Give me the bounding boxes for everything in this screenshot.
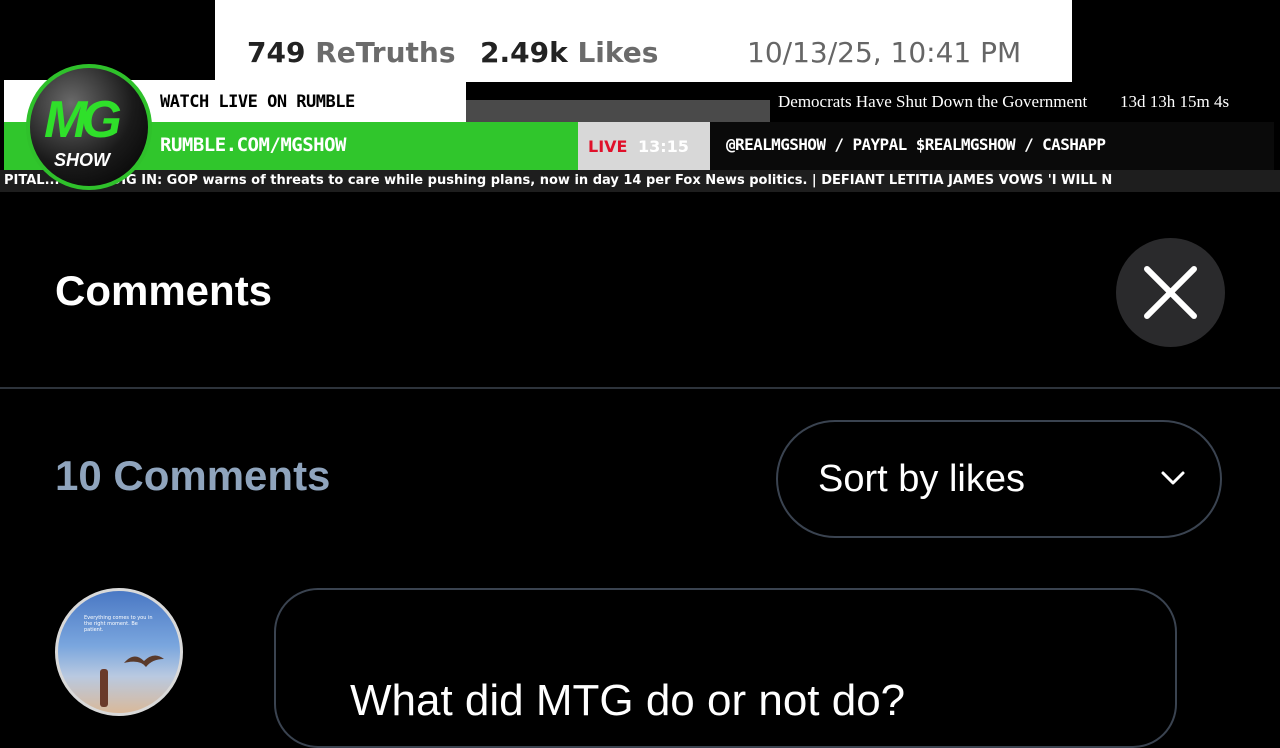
post-stats-card: 749 ReTruths 2.49k Likes 10/13/25, 10:41… (215, 0, 1072, 82)
person-silhouette (100, 669, 108, 707)
watch-live-label: WATCH LIVE ON RUMBLE (160, 92, 355, 112)
lower-third-gray (466, 100, 776, 122)
retruths-count: 749 (247, 36, 306, 69)
avatar[interactable]: Everything comes to you in the right mom… (55, 588, 183, 716)
comment-text: What did MTG do or not do? (350, 676, 906, 725)
post-datetime: 10/13/25, 10:41 PM (747, 36, 1022, 69)
sort-selected-value: Sort by likes (818, 458, 1025, 500)
header-divider (0, 387, 1280, 389)
shutdown-headline: Democrats Have Shut Down the Government (778, 92, 1088, 111)
rumble-url: RUMBLE.COM/MGSHOW (160, 134, 346, 156)
comment-bubble: What did MTG do or not do? (274, 588, 1177, 748)
comments-title: Comments (55, 267, 273, 314)
retruths-label: ReTruths (315, 36, 456, 69)
likes-count: 2.49k (480, 36, 568, 69)
likes-stat: 2.49k Likes (480, 36, 658, 69)
close-button[interactable] (1116, 238, 1225, 347)
social-handles: @REALMGSHOW / PAYPAL $REALMGSHOW / CASHA… (726, 135, 1106, 154)
bird-icon (124, 655, 164, 667)
chevron-down-icon (1161, 471, 1185, 485)
likes-label: Likes (577, 36, 659, 69)
logo-word: SHOW (54, 150, 110, 170)
close-icon (1144, 266, 1197, 319)
social-handles-bar: @REALMGSHOW / PAYPAL $REALMGSHOW / CASHA… (710, 122, 1274, 170)
mg-show-logo: MG SHOW (26, 64, 152, 190)
comments-count: 10 Comments (55, 452, 331, 499)
shutdown-banner: Democrats Have Shut Down the Government … (770, 82, 1280, 122)
logo-letters: MG (44, 91, 122, 149)
news-ticker: PITAL... DEMS DIG IN: GOP warns of threa… (0, 170, 1280, 192)
ticker-text: PITAL... DEMS DIG IN: GOP warns of threa… (4, 173, 1113, 188)
retruths-stat: 749 ReTruths (247, 36, 456, 69)
live-time: 13:15 (638, 137, 689, 156)
sort-dropdown[interactable]: Sort by likes (776, 420, 1222, 538)
live-indicator: LIVE 13:15 (578, 122, 710, 170)
shutdown-timer: 13d 13h 15m 4s (1120, 92, 1230, 111)
live-label: LIVE (588, 137, 628, 156)
avatar-caption: Everything comes to you in the right mom… (84, 615, 153, 633)
